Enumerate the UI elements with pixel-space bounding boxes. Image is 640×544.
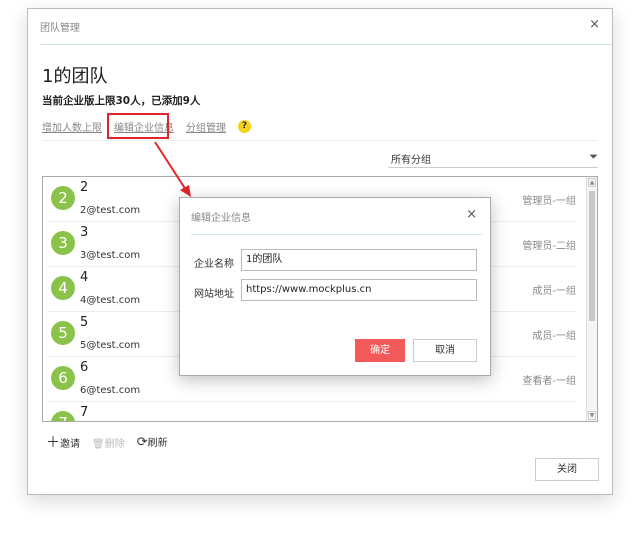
confirm-button[interactable]: 确定: [355, 339, 405, 362]
company-name-input[interactable]: 1的团队: [241, 249, 477, 271]
edit-company-info-modal: 编辑企业信息 × 企业名称 1的团队 网站地址 https://www.mock…: [179, 197, 491, 376]
modal-title: 编辑企业信息: [191, 213, 251, 224]
website-label: 网站地址: [194, 289, 234, 300]
close-icon[interactable]: ×: [466, 207, 477, 222]
divider: [191, 234, 482, 235]
cancel-button[interactable]: 取消: [413, 339, 477, 362]
company-name-label: 企业名称: [194, 259, 234, 270]
website-input[interactable]: https://www.mockplus.cn: [241, 279, 477, 301]
